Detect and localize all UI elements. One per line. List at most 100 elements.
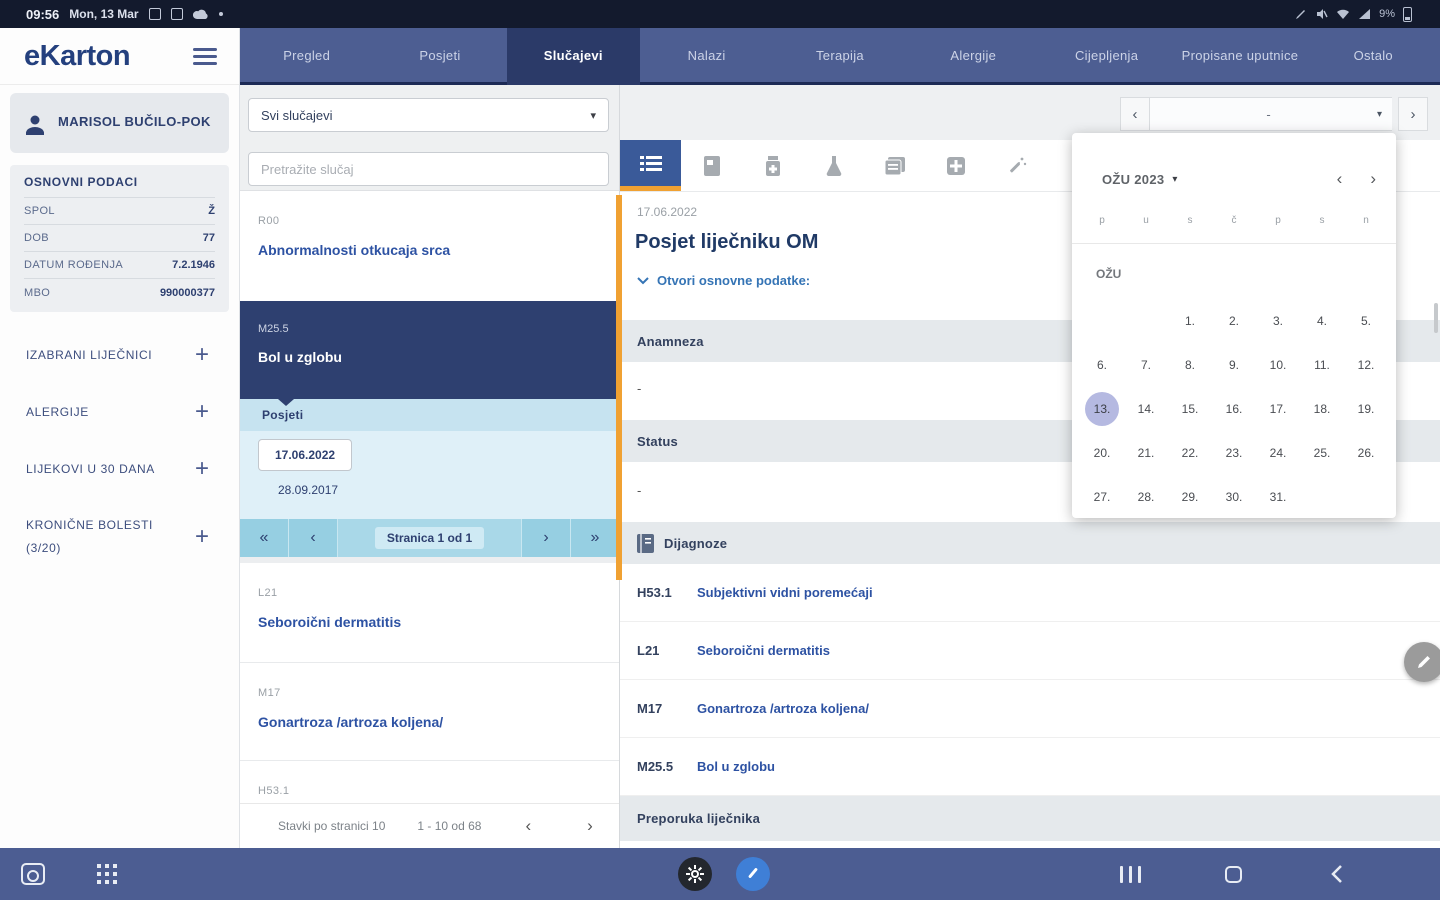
spen-button[interactable] xyxy=(736,848,770,900)
diagnosis-row[interactable]: M25.5 Bol u zglobu xyxy=(620,738,1440,796)
calendar-day[interactable]: 4. xyxy=(1300,299,1344,343)
diagnosis-row[interactable]: H53.1 Subjektivni vidni poremećaji xyxy=(620,564,1440,622)
first-page-button[interactable]: « xyxy=(240,519,289,557)
calendar-day[interactable]: 6. xyxy=(1080,343,1124,387)
calendar-month-selector[interactable]: OŽU 2023 xyxy=(1102,172,1164,187)
calendar-day[interactable]: 1. xyxy=(1168,299,1212,343)
calendar-day[interactable]: 2. xyxy=(1212,299,1256,343)
calendar-day[interactable]: 21. xyxy=(1124,431,1168,475)
calendar-day-label: 11. xyxy=(1314,358,1330,372)
calendar-day[interactable]: 29. xyxy=(1168,475,1212,519)
calendar-prev-button[interactable]: ‹ xyxy=(1337,169,1343,189)
expand-plus-icon[interactable]: + xyxy=(195,343,209,367)
tab-documents[interactable] xyxy=(864,140,925,191)
patient-card[interactable]: MARISOL BUČILO-POK xyxy=(10,93,229,153)
recents-button[interactable] xyxy=(1113,848,1147,900)
tab-medications[interactable] xyxy=(742,140,803,191)
home-button[interactable] xyxy=(1216,848,1250,900)
edit-fab-button[interactable] xyxy=(1404,642,1440,682)
back-button[interactable] xyxy=(1320,848,1354,900)
calendar-day[interactable]: 15. xyxy=(1168,387,1212,431)
case-item-selected[interactable]: M25.5 Bol u zglobu xyxy=(240,301,619,406)
expand-plus-icon[interactable]: + xyxy=(195,525,209,549)
tab-patient-record[interactable] xyxy=(681,140,742,191)
calendar-day[interactable]: 18. xyxy=(1300,387,1344,431)
calendar-day[interactable]: 27. xyxy=(1080,475,1124,519)
calendar-day[interactable]: 16. xyxy=(1212,387,1256,431)
case-item[interactable]: R00 Abnormalnosti otkucaja srca xyxy=(240,191,619,301)
recommendation-header: Preporuka liječnika xyxy=(620,796,1440,841)
calendar-day[interactable]: 8. xyxy=(1168,343,1212,387)
calendar-day[interactable]: 19. xyxy=(1344,387,1388,431)
calendar-day[interactable]: 12. xyxy=(1344,343,1388,387)
tab-propisane-uputnice[interactable]: Propisane uputnice xyxy=(1173,28,1306,82)
calendar-day-selected[interactable]: 13. xyxy=(1080,387,1124,431)
visit-date-selected[interactable]: 17.06.2022 xyxy=(258,439,353,471)
sidebar-item-kroni-ne-bolesti-3-20[interactable]: KRONIČNE BOLESTI (3/20) + xyxy=(0,504,239,570)
tab-posjeti[interactable]: Posjeti xyxy=(373,28,506,82)
expand-plus-icon[interactable]: + xyxy=(195,456,209,480)
tab-terapija[interactable]: Terapija xyxy=(773,28,906,82)
sidebar-item-lijekovi-u-30-dana[interactable]: LIJEKOVI U 30 DANA + xyxy=(0,448,239,491)
date-next-button[interactable]: › xyxy=(1398,97,1428,131)
case-item[interactable]: H53.1 xyxy=(240,761,619,799)
diagnosis-row[interactable]: L21 Seboroični dermatitis xyxy=(620,622,1440,680)
calendar-day[interactable]: 14. xyxy=(1124,387,1168,431)
tab-pregled[interactable]: Pregled xyxy=(240,28,373,82)
app-drawer-button[interactable] xyxy=(90,848,124,900)
prev-list-page-button[interactable]: ‹ xyxy=(513,816,543,836)
tab-ostalo[interactable]: Ostalo xyxy=(1307,28,1440,82)
tab-slu-ajevi[interactable]: Slučajevi xyxy=(506,28,640,85)
calendar-day[interactable]: 23. xyxy=(1212,431,1256,475)
calendar-day[interactable]: 28. xyxy=(1124,475,1168,519)
visits-header: Posjeti xyxy=(240,399,619,431)
calendar-day[interactable]: 25. xyxy=(1300,431,1344,475)
calendar-next-button[interactable]: › xyxy=(1370,169,1376,189)
scrollbar-thumb[interactable] xyxy=(1434,303,1438,333)
calendar-day[interactable]: 31. xyxy=(1256,475,1300,519)
expand-plus-icon[interactable]: + xyxy=(195,400,209,424)
tab-lab-results[interactable] xyxy=(803,140,864,191)
next-page-button[interactable]: › xyxy=(521,519,570,557)
tab-cijepljenja[interactable]: Cijepljenja xyxy=(1040,28,1173,82)
tab-smart-tools[interactable] xyxy=(986,140,1047,191)
case-item[interactable]: L21 Seboroični dermatitis xyxy=(240,563,619,663)
calendar-day[interactable]: 7. xyxy=(1124,343,1168,387)
calendar-day-label: 10. xyxy=(1269,358,1287,372)
sidebar-item-label: ALERGIJE xyxy=(26,404,89,419)
sidebar-item-alergije[interactable]: ALERGIJE + xyxy=(0,391,239,434)
calendar-day[interactable]: 30. xyxy=(1212,475,1256,519)
calendar-day[interactable]: 22. xyxy=(1168,431,1212,475)
prev-page-button[interactable]: ‹ xyxy=(289,519,338,557)
case-filter-dropdown[interactable]: Svi slučajevi ▾ xyxy=(248,98,609,132)
calendar-day[interactable]: 17. xyxy=(1256,387,1300,431)
tab-list-view[interactable] xyxy=(620,140,681,191)
expand-basic-data-link[interactable]: Otvori osnovne podatke: xyxy=(637,273,810,288)
diagnosis-row[interactable]: M17 Gonartroza /artroza koljena/ xyxy=(620,680,1440,738)
screenshot-button[interactable] xyxy=(16,848,50,900)
items-per-page-label[interactable]: Stavki po stranici 10 xyxy=(278,819,385,833)
calendar-day-label: 15. xyxy=(1181,402,1199,416)
menu-icon[interactable] xyxy=(193,44,217,69)
calendar-day[interactable]: 10. xyxy=(1256,343,1300,387)
last-page-button[interactable]: » xyxy=(570,519,619,557)
date-prev-button[interactable]: ‹ xyxy=(1120,97,1150,131)
tab-nalazi[interactable]: Nalazi xyxy=(640,28,773,82)
case-item[interactable]: M17 Gonartroza /artroza koljena/ xyxy=(240,663,619,761)
settings-button[interactable] xyxy=(678,848,712,900)
calendar-day[interactable]: 3. xyxy=(1256,299,1300,343)
calendar-day[interactable]: 9. xyxy=(1212,343,1256,387)
visit-date[interactable]: 28.09.2017 xyxy=(278,483,619,497)
date-select[interactable]: - ▾ xyxy=(1150,97,1392,131)
tab-add-entry[interactable] xyxy=(925,140,986,191)
calendar-day[interactable]: 26. xyxy=(1344,431,1388,475)
chevron-down-icon xyxy=(637,276,649,284)
calendar-day[interactable]: 11. xyxy=(1300,343,1344,387)
tab-alergije[interactable]: Alergije xyxy=(907,28,1040,82)
calendar-day[interactable]: 5. xyxy=(1344,299,1388,343)
calendar-day[interactable]: 24. xyxy=(1256,431,1300,475)
case-search-input[interactable] xyxy=(248,152,609,186)
sidebar-item-izabrani-lije-nici[interactable]: IZABRANI LIJEČNICI + xyxy=(0,334,239,377)
calendar-day[interactable]: 20. xyxy=(1080,431,1124,475)
next-list-page-button[interactable]: › xyxy=(575,816,605,836)
